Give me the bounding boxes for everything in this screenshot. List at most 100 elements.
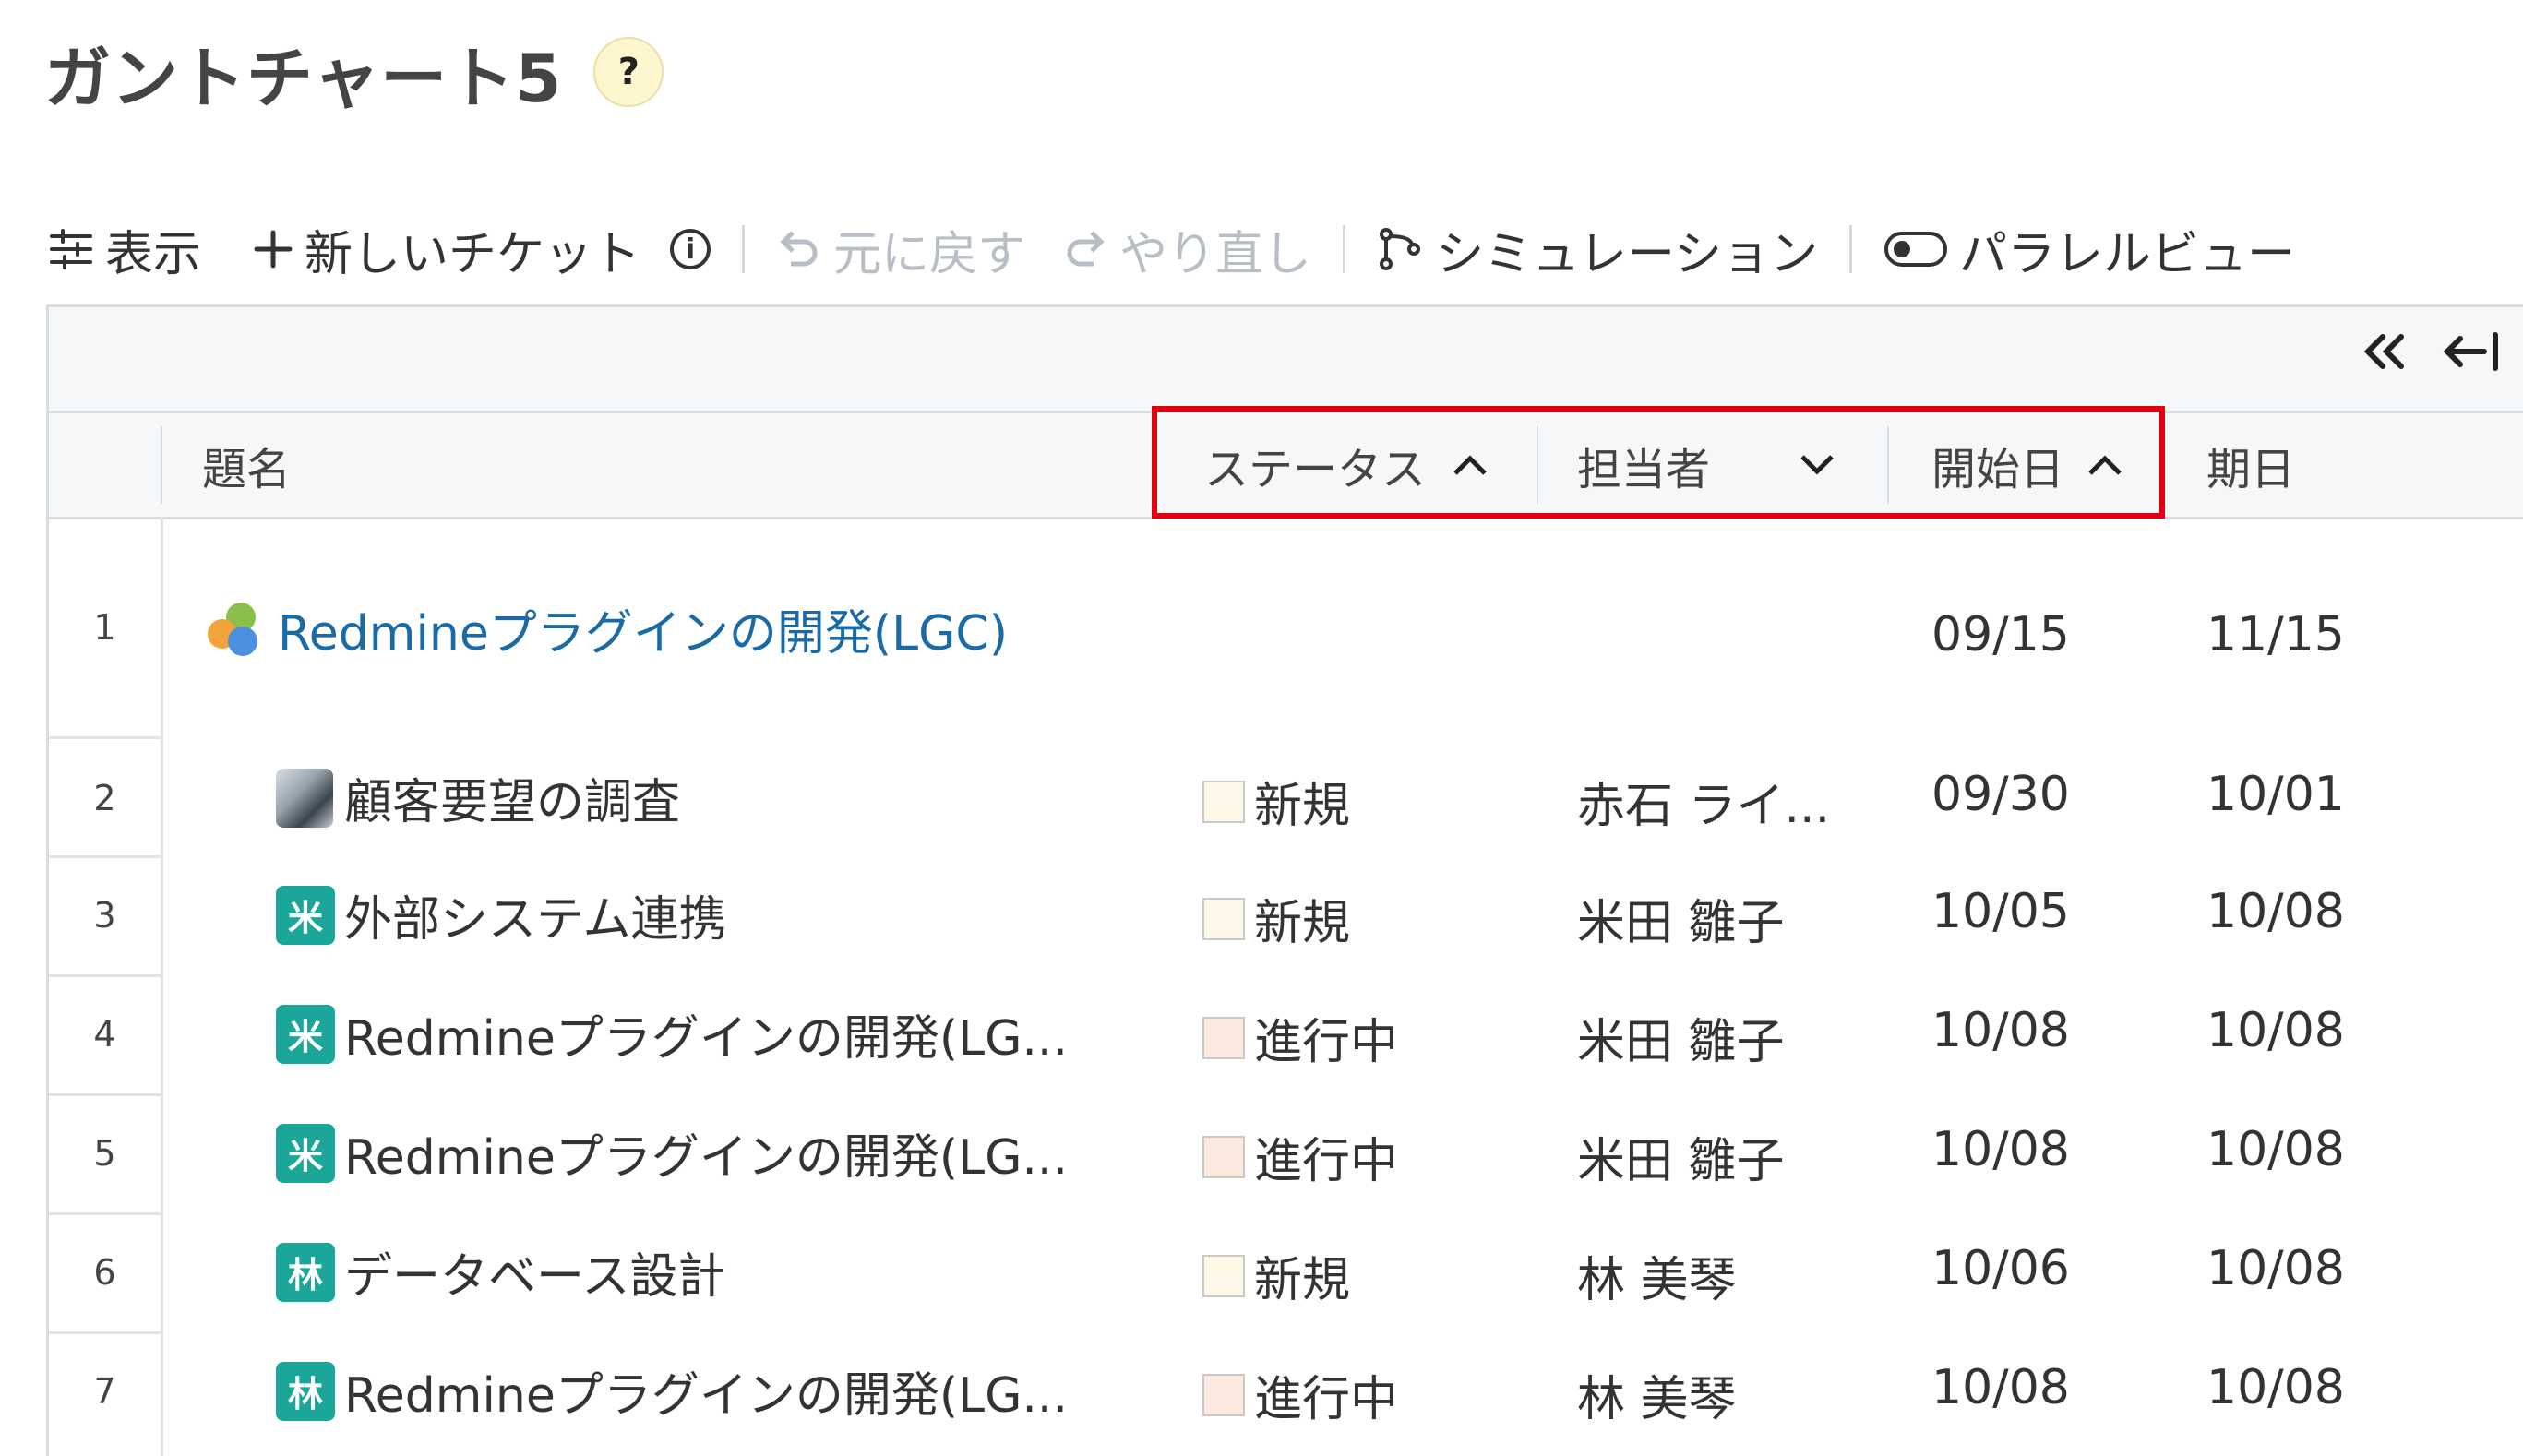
column-header-start-date[interactable]: 開始日: [1931, 413, 2123, 517]
assignee-badge: 米: [276, 885, 335, 945]
ticket-subject[interactable]: Redmineプラグインの開発(LG...: [344, 1118, 1068, 1187]
ticket-subject[interactable]: Redmineプラグインの開発(LG...: [344, 999, 1068, 1068]
assignee-badge: 米: [276, 1123, 335, 1183]
row-number: 4: [93, 1014, 116, 1055]
sliders-icon: [48, 229, 94, 269]
undo-button[interactable]: 元に戻す: [776, 215, 1025, 284]
status-color-swatch: [1202, 1016, 1245, 1059]
help-icon[interactable]: ?: [593, 37, 664, 107]
table-row[interactable]: 1 Redmineプラグインの開発(LGC) 09/15 11/15: [49, 519, 2523, 736]
row-number: 2: [93, 778, 116, 818]
table-row[interactable]: 3 米 外部システム連携 新規 米田 雛子 10/05 10/08: [49, 858, 2523, 974]
status-color-swatch: [1202, 897, 1245, 940]
status-label: 進行中: [1254, 1134, 1399, 1189]
row-number: 5: [93, 1133, 116, 1174]
assignee-badge: 米: [276, 1004, 335, 1064]
status-label: 新規: [1254, 779, 1351, 834]
table-row[interactable]: 7 林 Redmineプラグインの開発(LG... 進行中 林 美琴 10/08…: [49, 1334, 2523, 1450]
start-date: 10/08: [1931, 1122, 2070, 1177]
column-header-assignee-label: 担当者: [1577, 444, 1711, 495]
redo-label: やり直し: [1119, 226, 1312, 282]
due-date: 10/01: [2206, 767, 2345, 822]
assignee: 林 美琴: [1577, 1253, 1737, 1308]
toolbar: 表示 新しいチケット i 元に戻す やり直し シミュレーション パラレルビュー: [48, 212, 2523, 286]
column-header-subject-label: 題名: [202, 444, 292, 495]
start-date: 10/06: [1931, 1241, 2070, 1296]
status-label: 新規: [1254, 1253, 1351, 1308]
simulation-label: シミュレーション: [1436, 226, 1818, 282]
parallel-view-toggle[interactable]: パラレルビュー: [1883, 215, 2295, 284]
plus-icon: [253, 229, 293, 269]
column-header-assignee[interactable]: 担当者: [1577, 413, 1835, 517]
collapse-left-icon[interactable]: [2440, 331, 2501, 376]
status-label: 進行中: [1254, 1372, 1399, 1427]
due-date: 10/08: [2206, 1241, 2345, 1296]
due-date: 10/08: [2206, 884, 2345, 939]
redo-button[interactable]: やり直し: [1062, 215, 1311, 284]
undo-icon: [776, 229, 822, 269]
grid-toolbar: [49, 307, 2523, 413]
simulation-button[interactable]: シミュレーション: [1377, 215, 1818, 284]
table-row[interactable]: 4 米 Redmineプラグインの開発(LG... 進行中 米田 雛子 10/0…: [49, 977, 2523, 1093]
new-ticket-label: 新しいチケット: [305, 226, 641, 282]
ticket-grid: 題名 ステータス 担当者 開始日 期日 1 Redmineプラグインの開発(LG…: [46, 304, 2523, 1456]
column-header-status-label: ステータス: [1204, 444, 1427, 495]
sort-ascending-icon[interactable]: [2087, 451, 2123, 479]
ticket-subject-link[interactable]: Redmineプラグインの開発(LGC): [278, 594, 1008, 663]
start-date: 09/30: [1931, 767, 2070, 822]
project-icon: [202, 597, 267, 662]
assignee: 米田 雛子: [1577, 1134, 1785, 1189]
assignee-badge: 林: [276, 1361, 335, 1421]
info-icon[interactable]: i: [670, 229, 711, 269]
ticket-subject[interactable]: Redmineプラグインの開発(LG...: [344, 1356, 1068, 1426]
start-date: 09/15: [1931, 607, 2070, 662]
column-header-subject[interactable]: 題名: [202, 413, 291, 517]
grid-header: 題名 ステータス 担当者 開始日 期日: [49, 413, 2523, 519]
status-color-swatch: [1202, 1254, 1245, 1297]
status-color-swatch: [1202, 1373, 1245, 1416]
ticket-subject[interactable]: データベース設計: [344, 1237, 725, 1307]
assignee: 赤石 ライ...: [1577, 779, 1831, 834]
due-date: 11/15: [2206, 607, 2345, 662]
parallel-view-label: パラレルビュー: [1958, 226, 2295, 282]
chevron-down-icon[interactable]: [1799, 451, 1835, 479]
row-number: 1: [93, 607, 116, 648]
row-number: 6: [93, 1252, 116, 1293]
display-label: 表示: [105, 226, 202, 282]
assignee-badge: 林: [276, 1242, 335, 1302]
new-ticket-button[interactable]: 新しいチケット: [253, 215, 640, 284]
double-chevron-left-icon[interactable]: [2361, 331, 2409, 376]
status-color-swatch: [1202, 780, 1245, 823]
assignee: 米田 雛子: [1577, 896, 1785, 951]
start-date: 10/08: [1931, 1360, 2070, 1415]
toolbar-divider: [742, 225, 746, 273]
toggle-icon: [1883, 231, 1948, 268]
start-date: 10/05: [1931, 884, 2070, 939]
ticket-subject[interactable]: 外部システム連携: [344, 880, 726, 949]
row-number: 7: [93, 1371, 116, 1412]
due-date: 10/08: [2206, 1003, 2345, 1058]
simulation-icon: [1377, 227, 1425, 271]
ticket-subject[interactable]: 顧客要望の調査: [344, 763, 680, 832]
column-header-due-date[interactable]: 期日: [2206, 413, 2295, 517]
column-header-start-date-label: 開始日: [1931, 444, 2065, 495]
status-color-swatch: [1202, 1135, 1245, 1178]
toolbar-divider: [1343, 225, 1346, 273]
status-label: 新規: [1254, 896, 1351, 951]
table-row[interactable]: 2 顧客要望の調査 新規 赤石 ライ... 09/30 10/01: [49, 739, 2523, 855]
column-header-due-date-label: 期日: [2206, 444, 2296, 495]
row-number: 3: [93, 895, 116, 936]
status-label: 進行中: [1254, 1015, 1399, 1070]
start-date: 10/08: [1931, 1003, 2070, 1058]
table-row[interactable]: 5 米 Redmineプラグインの開発(LG... 進行中 米田 雛子 10/0…: [49, 1096, 2523, 1212]
column-header-status[interactable]: ステータス: [1204, 413, 1489, 517]
due-date: 10/08: [2206, 1360, 2345, 1415]
page-title: ガントチャート5: [44, 39, 563, 117]
avatar: [276, 768, 333, 828]
page-header: ガントチャート5 ?: [44, 26, 664, 118]
display-button[interactable]: 表示: [48, 215, 201, 284]
assignee: 米田 雛子: [1577, 1015, 1785, 1070]
table-row[interactable]: 6 林 データベース設計 新規 林 美琴 10/06 10/08: [49, 1215, 2523, 1331]
sort-ascending-icon[interactable]: [1452, 451, 1489, 479]
redo-icon: [1062, 229, 1108, 269]
